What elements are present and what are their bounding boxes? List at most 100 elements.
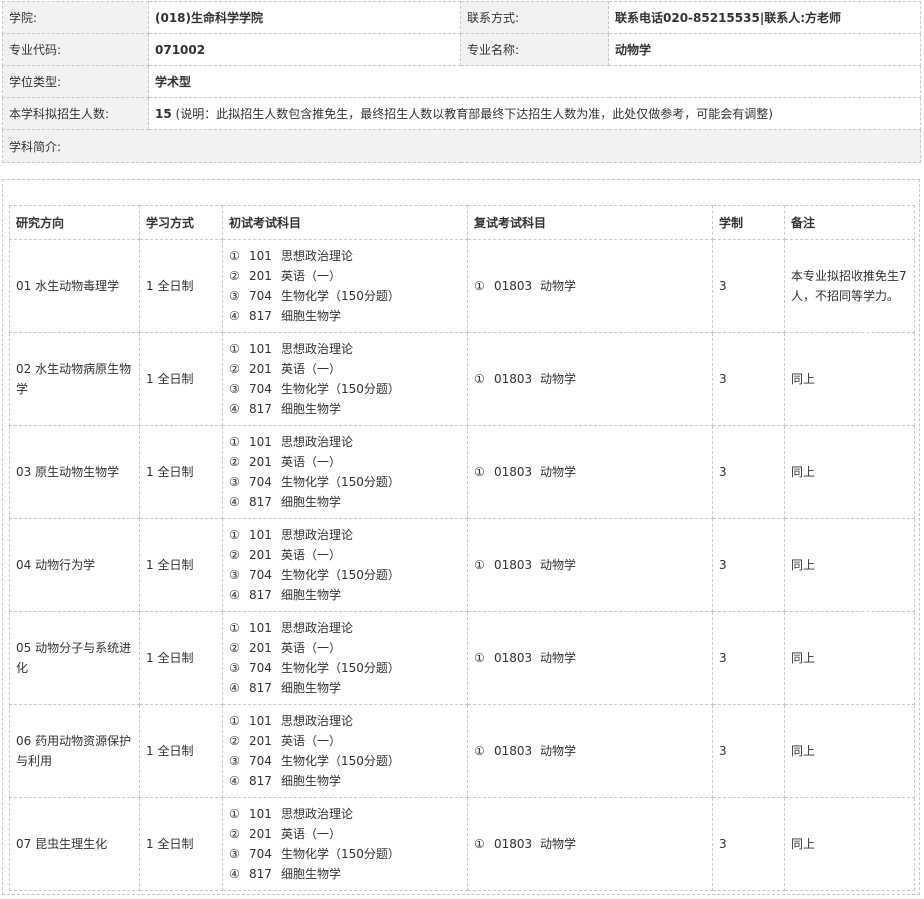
subject-name: 动物学 (540, 837, 577, 851)
page: 学院: (018)生命科学学院 联系方式: 联系电话020-85215535|联… (0, 0, 924, 899)
retest-subject: ① 01803 动物学 (474, 462, 706, 482)
retest-subject: ① 01803 动物学 (474, 834, 706, 854)
enroll-note: (说明：此拟招生人数包含推免生，最终招生人数以教育部最终下达招生人数为准，此处仅… (175, 107, 773, 121)
exam-subject: ② 201 英语（一） (229, 638, 461, 658)
exam-subject: ① 101 思想政治理论 (229, 525, 461, 545)
subject-name: 思想政治理论 (281, 621, 354, 635)
subject-code: 201 (249, 455, 272, 469)
subject-name: 生物化学（150分题） (281, 568, 400, 582)
subject-code: 101 (249, 435, 272, 449)
subject-number: ② (229, 641, 240, 655)
subject-name: 细胞生物学 (281, 774, 342, 788)
subject-number: ④ (229, 867, 240, 881)
info-row-major: 专业代码: 071002 专业名称: 动物学 (2, 33, 921, 66)
header-note: 备注 (784, 205, 915, 240)
subject-name: 思想政治理论 (281, 249, 354, 263)
subject-code: 817 (249, 309, 272, 323)
cell-years: 3 (712, 518, 785, 612)
subject-number: ③ (229, 382, 240, 396)
subject-number: ① (229, 714, 240, 728)
exam-subject: ① 101 思想政治理论 (229, 804, 461, 824)
table-row: 06 药用动物资源保护与利用 1 全日制 ① 101 思想政治理论 ② 201 英语（一） ③ 7… (9, 704, 915, 798)
exam-subject: ④ 817 细胞生物学 (229, 771, 461, 791)
subject-name: 英语（一） (281, 734, 342, 748)
exam-subject: ② 201 英语（一） (229, 824, 461, 844)
retest-subject: ① 01803 动物学 (474, 648, 706, 668)
cell-direction: 03 原生动物生物学 (9, 425, 140, 519)
college-value: (018)生命科学学院 (148, 1, 461, 34)
subject-code: 01803 (494, 372, 533, 386)
subject-name: 英语（一） (281, 548, 342, 562)
cell-note: 同上 (784, 518, 915, 612)
subject-name: 英语（一） (281, 455, 342, 469)
subject-code: 201 (249, 548, 272, 562)
cell-direction: 07 昆虫生理生化 (9, 797, 140, 891)
cell-note: 同上 (784, 704, 915, 798)
table-row: 05 动物分子与系统进化 1 全日制 ① 101 思想政治理论 ② 201 英语（一） ③ 704… (9, 611, 915, 705)
subject-code: 817 (249, 495, 272, 509)
retest-subject: ① 01803 动物学 (474, 369, 706, 389)
exam-subject: ③ 704 生物化学（150分题） (229, 379, 461, 399)
subject-number: ④ (229, 588, 240, 602)
subject-number: ① (474, 372, 485, 386)
cell-direction: 02 水生动物病原生物学 (9, 332, 140, 426)
major-name-value: 动物学 (608, 33, 921, 66)
subject-code: 817 (249, 681, 272, 695)
subject-code: 704 (249, 475, 272, 489)
cell-note: 本专业拟招收推免生7人，不招同等学力。 (784, 239, 915, 333)
header-direction: 研究方向 (9, 205, 140, 240)
cell-note: 同上 (784, 797, 915, 891)
college-label: 学院: (2, 1, 149, 34)
subject-number: ① (229, 342, 240, 356)
major-name-label: 专业名称: (460, 33, 609, 66)
table-row: 02 水生动物病原生物学 1 全日制 ① 101 思想政治理论 ② 201 英语（一） ③ 704… (9, 332, 915, 426)
enroll-count: 15 (155, 107, 172, 121)
cell-years: 3 (712, 797, 785, 891)
subject-number: ① (229, 435, 240, 449)
cell-direction: 05 动物分子与系统进化 (9, 611, 140, 705)
cell-mode: 1 全日制 (139, 425, 223, 519)
exam-subject: ③ 704 生物化学（150分题） (229, 658, 461, 678)
subject-code: 704 (249, 289, 272, 303)
exam-subject: ② 201 英语（一） (229, 545, 461, 565)
exam-subject: ② 201 英语（一） (229, 452, 461, 472)
table-row: 07 昆虫生理生化 1 全日制 ① 101 思想政治理论 ② 201 英语（一） ③ 704 生物化… (9, 797, 915, 891)
subject-code: 817 (249, 867, 272, 881)
major-info-table: 学院: (018)生命科学学院 联系方式: 联系电话020-85215535|联… (2, 1, 921, 163)
subject-code: 101 (249, 807, 272, 821)
cell-retest: ① 01803 动物学 (467, 611, 713, 705)
cell-note: 同上 (784, 332, 915, 426)
cell-years: 3 (712, 332, 785, 426)
subject-number: ② (229, 734, 240, 748)
subject-code: 101 (249, 714, 272, 728)
subject-name: 细胞生物学 (281, 681, 342, 695)
cell-exam: ① 101 思想政治理论 ② 201 英语（一） ③ 704 生物化学（150分题） ④ 817 细胞… (222, 611, 468, 705)
subject-name: 思想政治理论 (281, 807, 354, 821)
subject-name: 思想政治理论 (281, 435, 354, 449)
exam-subject: ① 101 思想政治理论 (229, 432, 461, 452)
subject-number: ① (474, 558, 485, 572)
cell-retest: ① 01803 动物学 (467, 239, 713, 333)
subject-name: 思想政治理论 (281, 528, 354, 542)
subject-number: ① (229, 807, 240, 821)
subject-code: 704 (249, 754, 272, 768)
cell-exam: ① 101 思想政治理论 ② 201 英语（一） ③ 704 生物化学（150分题） ④ 817 细胞… (222, 518, 468, 612)
subject-number: ③ (229, 289, 240, 303)
subject-name: 动物学 (540, 372, 577, 386)
subject-code: 704 (249, 382, 272, 396)
major-code-value: 071002 (148, 33, 461, 66)
subject-number: ③ (229, 847, 240, 861)
cell-direction: 04 动物行为学 (9, 518, 140, 612)
subject-code: 201 (249, 362, 272, 376)
subject-number: ② (229, 362, 240, 376)
subject-number: ④ (229, 495, 240, 509)
subject-number: ① (474, 279, 485, 293)
exam-subject: ② 201 英语（一） (229, 359, 461, 379)
exam-subject: ④ 817 细胞生物学 (229, 306, 461, 326)
subject-code: 101 (249, 249, 272, 263)
subject-code: 201 (249, 269, 272, 283)
subject-name: 细胞生物学 (281, 588, 342, 602)
subject-name: 动物学 (540, 651, 577, 665)
header-retest: 复试考试科目 (467, 205, 713, 240)
exam-subject: ③ 704 生物化学（150分题） (229, 472, 461, 492)
